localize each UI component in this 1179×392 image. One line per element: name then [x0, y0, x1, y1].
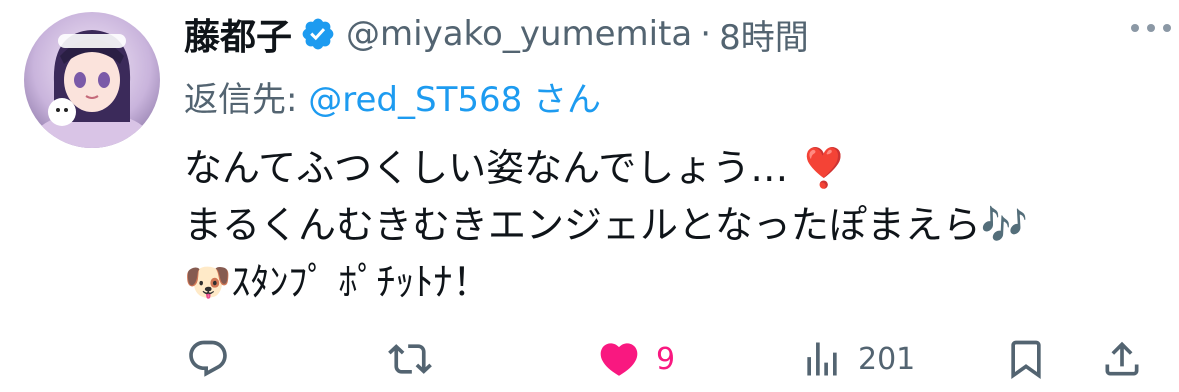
replying-to-label: 返信先:	[184, 80, 309, 120]
avatar-image	[32, 30, 152, 148]
like-count: 9	[656, 341, 676, 377]
verified-badge-icon	[300, 16, 336, 52]
tweet-header: 藤都子 @miyako_yumemita · 8時間	[184, 8, 1155, 60]
share-icon	[1105, 341, 1139, 376]
like-button[interactable]: 9	[596, 336, 675, 382]
separator-dot: ·	[700, 14, 712, 54]
reply-icon	[189, 340, 227, 377]
reply-honorific: さん	[522, 80, 602, 120]
retweet-icon	[388, 344, 432, 374]
timestamp[interactable]: 8時間	[719, 10, 809, 59]
views-icon	[807, 342, 837, 376]
more-options-icon[interactable]	[1131, 20, 1171, 36]
tweet-text: なんてふつくしい姿なんでしょう… ❣️ まるくんむきむきエンジェルとなったぽまえ…	[184, 140, 1149, 311]
replying-to: 返信先: @red_ST568 さん	[184, 72, 602, 120]
reply-button[interactable]	[186, 336, 230, 382]
bookmark-button[interactable]	[1004, 336, 1048, 382]
views-count: 201	[858, 341, 916, 377]
action-bar: 9 201	[184, 336, 1144, 382]
bookmark-icon	[1011, 340, 1041, 380]
tweet-text-line: 🐶ｽﾀﾝﾌﾟ ﾎﾟﾁｯﾄﾅ！	[184, 260, 491, 304]
share-button[interactable]	[1100, 336, 1144, 382]
tweet-text-line: なんてふつくしい姿なんでしょう… ❣️	[184, 146, 848, 190]
user-handle[interactable]: @miyako_yumemita	[346, 14, 692, 54]
reply-mention-link[interactable]: @red_ST568	[308, 80, 522, 120]
avatar[interactable]	[24, 12, 160, 148]
heart-filled-icon	[600, 343, 638, 376]
retweet-button[interactable]	[388, 336, 432, 382]
views-button[interactable]: 201	[800, 336, 915, 382]
tweet-text-line: まるくんむきむきエンジェルとなったぽまえら🎶	[184, 203, 1029, 247]
display-name[interactable]: 藤都子	[184, 8, 292, 60]
